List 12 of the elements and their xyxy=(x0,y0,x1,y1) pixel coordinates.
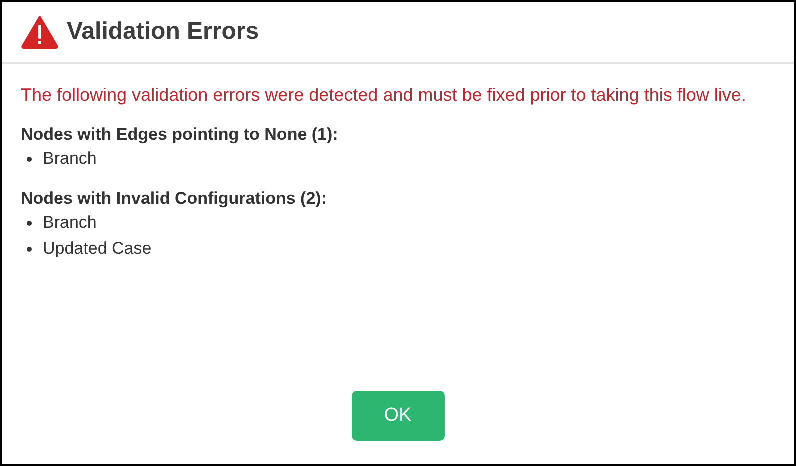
node-name: Updated Case xyxy=(43,238,152,260)
bullet-icon xyxy=(27,156,32,162)
dialog-title: Validation Errors xyxy=(67,18,260,46)
section-heading: Nodes with Edges pointing to None (1): xyxy=(21,124,340,146)
warning-icon xyxy=(21,15,59,49)
bullet-icon xyxy=(27,246,32,252)
node-name: Branch xyxy=(43,148,97,170)
error-message: The following validation errors were detected and must be fixed prior to taking this flow live. xyxy=(21,84,748,107)
node-name: Branch xyxy=(43,212,97,234)
bullet-icon xyxy=(27,220,32,226)
ok-button[interactable]: OK xyxy=(352,391,444,441)
section-heading: Nodes with Invalid Configurations (2): xyxy=(21,188,328,210)
